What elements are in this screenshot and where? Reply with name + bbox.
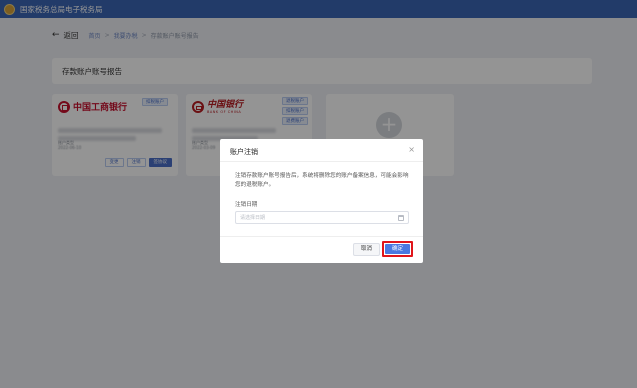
close-icon[interactable]: × (408, 145, 415, 154)
dialog-title: 账户注销 (230, 148, 258, 156)
cancel-date-input[interactable] (240, 212, 390, 223)
cancel-date-picker[interactable] (235, 211, 409, 224)
date-label: 注销日期 (235, 202, 258, 208)
confirm-button[interactable]: 确定 (382, 241, 413, 257)
confirm-label: 确定 (385, 244, 410, 254)
dialog-header: 账户注销 × (220, 139, 423, 162)
cancel-account-dialog: 账户注销 × 注销存款账户账号报告后，系统将删除您的账户备案信息，可能会影响您的… (220, 139, 423, 263)
calendar-icon[interactable] (398, 215, 404, 221)
cancel-button[interactable]: 取消 (353, 243, 380, 256)
dialog-footer-divider (220, 236, 423, 237)
dialog-message: 注销存款账户账号报告后，系统将删除您的账户备案信息，可能会影响您的退税账户。 (235, 173, 409, 188)
